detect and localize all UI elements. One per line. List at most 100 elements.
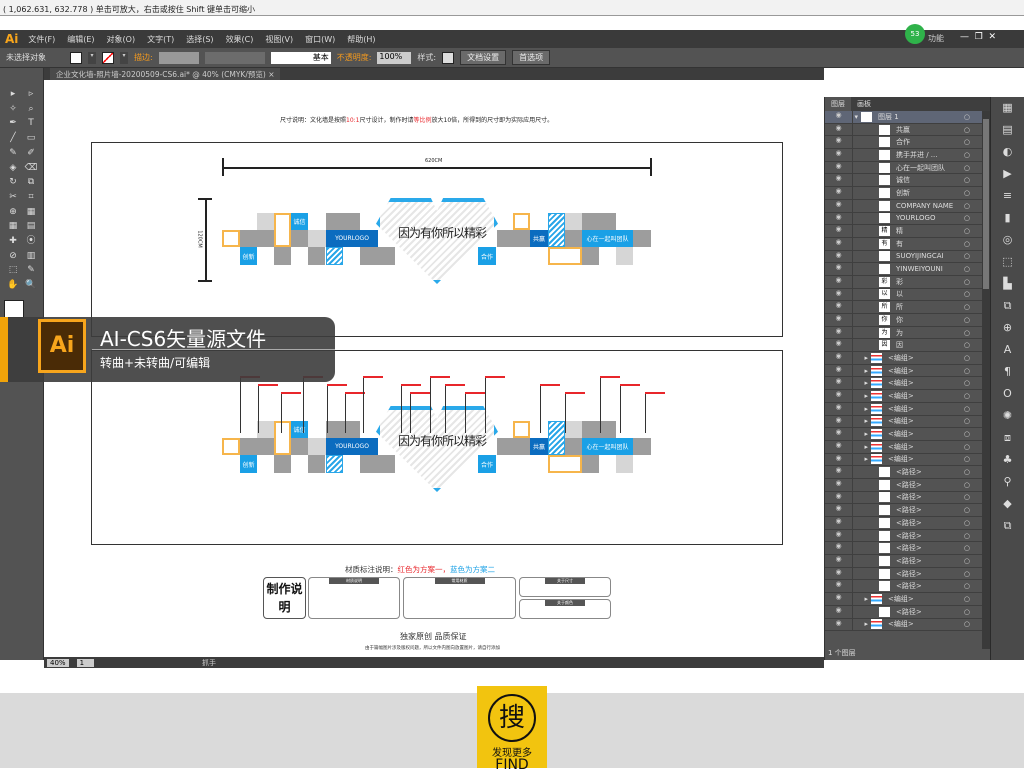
target-icon[interactable]: ○: [964, 430, 970, 438]
layer-row[interactable]: ◉ <路径> ○: [825, 529, 982, 543]
preferences-button[interactable]: 首选项: [512, 50, 551, 65]
panel-dock-icon[interactable]: ♣: [991, 449, 1024, 471]
layer-row[interactable]: ◉ ▸ <编组> ○: [825, 352, 982, 365]
target-icon[interactable]: ○: [964, 126, 970, 134]
expand-arrow-icon[interactable]: ▸: [853, 354, 871, 362]
layer-row[interactable]: ◉ <路径> ○: [825, 504, 982, 517]
target-icon[interactable]: ○: [964, 582, 970, 590]
document-setup-button[interactable]: 文档设置: [460, 50, 507, 65]
target-icon[interactable]: ○: [964, 240, 970, 248]
menu-item[interactable]: 效果(C): [226, 34, 254, 45]
target-icon[interactable]: ○: [964, 176, 970, 184]
eye-icon[interactable]: ◉: [825, 517, 853, 529]
fill-dropdown[interactable]: ▾: [88, 51, 96, 64]
target-icon[interactable]: ○: [964, 392, 970, 400]
layer-row[interactable]: ◉ 合作 ○: [825, 136, 982, 150]
expand-arrow-icon[interactable]: ▸: [853, 417, 871, 425]
panel-dock-icon[interactable]: ▙: [991, 273, 1024, 295]
stroke-swatch[interactable]: [102, 51, 114, 64]
layer-row[interactable]: ◉ ▸ <编组> ○: [825, 593, 982, 606]
layer-row[interactable]: ◉ 诚信 ○: [825, 174, 982, 188]
layers-scrollbar[interactable]: [982, 111, 990, 649]
target-icon[interactable]: ○: [964, 138, 970, 146]
eye-icon[interactable]: ◉: [825, 478, 853, 491]
panel-dock-icon[interactable]: ✺: [991, 405, 1024, 427]
window-controls[interactable]: — ❐ ✕: [960, 32, 996, 42]
expand-arrow-icon[interactable]: ▸: [853, 443, 871, 451]
layer-row[interactable]: ◉ 精精 ○: [825, 225, 982, 238]
target-icon[interactable]: ○: [964, 595, 970, 603]
target-icon[interactable]: ○: [964, 493, 970, 501]
expand-arrow-icon[interactable]: ▸: [853, 367, 871, 375]
layer-row[interactable]: ◉ ▸ <编组> ○: [825, 618, 982, 632]
layer-row[interactable]: ◉ 所所 ○: [825, 301, 982, 314]
layer-row[interactable]: ◉ 因因 ○: [825, 339, 982, 353]
expand-arrow-icon[interactable]: ▸: [853, 392, 871, 400]
menu-item[interactable]: 对象(O): [107, 34, 136, 45]
fill-color-swatch[interactable]: [4, 300, 24, 318]
panel-dock-icon[interactable]: ⧉: [991, 295, 1024, 317]
layer-row[interactable]: ◉ 创新 ○: [825, 187, 982, 200]
layer-row[interactable]: ◉ SUOYIJINGCAI ○: [825, 250, 982, 264]
layer-row[interactable]: ◉ ▸ <编组> ○: [825, 377, 982, 391]
panel-dock-icon[interactable]: ◐: [991, 141, 1024, 163]
eye-icon[interactable]: ◉: [825, 161, 853, 174]
layer-row[interactable]: ◉ ▸ <编组> ○: [825, 415, 982, 429]
eye-icon[interactable]: ◉: [825, 225, 853, 237]
tool-icon[interactable]: 🔍: [24, 279, 38, 291]
layer-row[interactable]: ◉ <路径> ○: [825, 580, 982, 594]
target-icon[interactable]: ○: [964, 519, 970, 527]
tool-icon[interactable]: ▥: [24, 250, 38, 262]
notification-badge[interactable]: 53: [905, 24, 925, 44]
eye-icon[interactable]: ◉: [825, 314, 853, 326]
eye-icon[interactable]: ◉: [825, 593, 853, 605]
expand-arrow-icon[interactable]: ▸: [853, 430, 871, 438]
current-tool[interactable]: 抓手: [202, 658, 216, 668]
layer-row[interactable]: ◉ <路径> ○: [825, 567, 982, 581]
eye-icon[interactable]: ◉: [825, 567, 853, 580]
eye-icon[interactable]: ◉: [825, 580, 853, 593]
close-tab-icon[interactable]: ×: [268, 70, 274, 79]
eye-icon[interactable]: ◉: [825, 288, 853, 301]
eye-icon[interactable]: ◉: [825, 364, 853, 377]
tool-icon[interactable]: ▤: [24, 220, 38, 232]
tool-icon[interactable]: ✚: [6, 235, 20, 247]
eye-icon[interactable]: ◉: [825, 504, 853, 516]
tool-icon[interactable]: ▦: [6, 220, 20, 232]
layer-row[interactable]: ◉ ▾ 图层 1 ○: [825, 111, 982, 124]
menu-item[interactable]: 帮助(H): [347, 34, 375, 45]
eye-icon[interactable]: ◉: [825, 618, 853, 631]
layer-row[interactable]: ◉ <路径> ○: [825, 555, 982, 568]
fill-swatch[interactable]: [70, 51, 82, 64]
eye-icon[interactable]: ◉: [825, 402, 853, 415]
eye-icon[interactable]: ◉: [825, 529, 853, 542]
layer-row[interactable]: ◉ <路径> ○: [825, 542, 982, 556]
expand-arrow-icon[interactable]: ▾: [853, 113, 861, 121]
target-icon[interactable]: ○: [964, 544, 970, 552]
tool-icon[interactable]: ⌫: [24, 162, 38, 174]
layer-row[interactable]: ◉ YINWEIYOUNI ○: [825, 263, 982, 276]
tool-icon[interactable]: ⌕: [24, 103, 38, 115]
eye-icon[interactable]: ◉: [825, 605, 853, 618]
target-icon[interactable]: ○: [964, 620, 970, 628]
target-icon[interactable]: ○: [964, 367, 970, 375]
opacity-field[interactable]: 100%: [377, 51, 412, 64]
expand-arrow-icon[interactable]: ▸: [853, 595, 871, 603]
tool-icon[interactable]: ▦: [24, 206, 38, 218]
workspace-switcher[interactable]: 功能: [928, 33, 944, 44]
eye-icon[interactable]: ◉: [825, 123, 853, 136]
eye-icon[interactable]: ◉: [825, 301, 853, 313]
target-icon[interactable]: ○: [964, 316, 970, 324]
menu-item[interactable]: 选择(S): [186, 34, 213, 45]
tool-icon[interactable]: ⦿: [24, 235, 38, 247]
tool-icon[interactable]: ⬚: [6, 264, 20, 276]
eye-icon[interactable]: ◉: [825, 352, 853, 364]
eye-icon[interactable]: ◉: [825, 440, 853, 453]
target-icon[interactable]: ○: [964, 164, 970, 172]
layer-row[interactable]: ◉ <路径> ○: [825, 478, 982, 492]
artboard-page-field[interactable]: 1: [76, 658, 95, 667]
find-more-button[interactable]: 搜 发现更多 FIND: [477, 686, 547, 772]
eye-icon[interactable]: ◉: [825, 275, 853, 288]
target-icon[interactable]: ○: [964, 252, 970, 260]
layer-row[interactable]: ◉ ▸ <编组> ○: [825, 402, 982, 416]
